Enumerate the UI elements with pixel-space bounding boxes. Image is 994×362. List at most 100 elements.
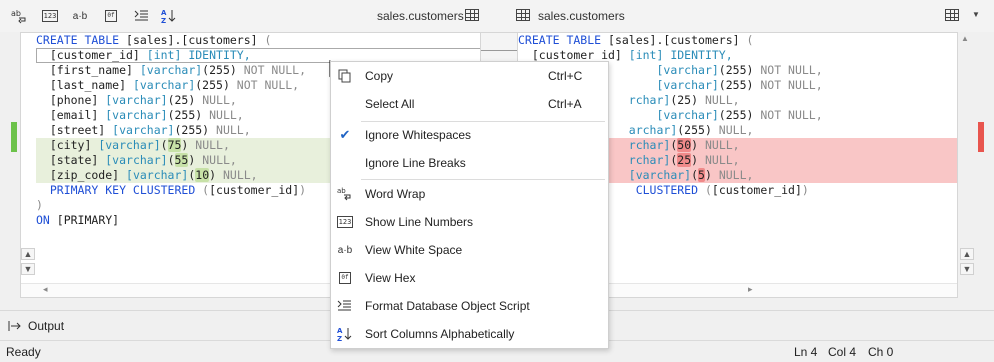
code-token: CREATE TABLE xyxy=(518,33,609,47)
changed-value: 75 xyxy=(167,138,182,152)
code-line[interactable]: CREATE TABLE [sales].[customers] ( xyxy=(518,33,957,48)
code-token: NOT NULL, xyxy=(236,78,300,92)
menu-item-view-white-space[interactable]: a·b View White Space xyxy=(331,236,608,264)
code-token: ) xyxy=(181,138,196,152)
next-difference-icon[interactable]: ▼ xyxy=(960,263,974,275)
scroll-right-icon[interactable]: ▸ xyxy=(748,284,753,295)
right-gutter xyxy=(973,32,989,298)
menu-item-show-line-numbers[interactable]: 123 Show Line Numbers xyxy=(331,208,608,236)
code-line[interactable]: CREATE TABLE [sales].[customers] ( xyxy=(36,33,480,48)
compare-toolbar: ab 123 a·b 0f AZ sales.customers sales.c… xyxy=(0,0,994,32)
scroll-up-icon[interactable]: ▲ xyxy=(961,34,969,43)
left-gutter xyxy=(4,32,20,298)
code-token: ) xyxy=(36,198,43,212)
sort-icon: AZ xyxy=(336,326,354,342)
context-menu: Copy Ctrl+C Select All Ctrl+A ✔ Ignore W… xyxy=(330,61,609,349)
code-token: [zip_code] xyxy=(36,168,127,182)
removed-change-marker[interactable] xyxy=(978,122,984,152)
code-token: ) xyxy=(704,168,719,182)
menu-item-format-script[interactable]: Format Database Object Script xyxy=(331,292,608,320)
code-token: [email] xyxy=(36,108,106,122)
code-token: ) xyxy=(188,153,203,167)
prev-difference-icon[interactable]: ▲ xyxy=(960,248,974,260)
prev-difference-icon[interactable]: ▲ xyxy=(21,248,35,260)
format-icon[interactable] xyxy=(133,8,149,24)
output-tab[interactable]: Output xyxy=(8,317,64,335)
added-change-marker[interactable] xyxy=(11,122,17,152)
svg-text:Z: Z xyxy=(161,17,166,24)
code-token: [customer_id] xyxy=(36,48,147,62)
line-numbers-icon[interactable]: 123 xyxy=(41,8,59,24)
menu-item-word-wrap[interactable]: ab Word Wrap xyxy=(331,180,608,208)
copy-icon xyxy=(336,68,354,84)
code-token: (255) xyxy=(202,63,244,77)
status-line: Ln 4 xyxy=(794,345,818,359)
code-token: [phone] xyxy=(36,93,106,107)
word-wrap-icon[interactable]: ab xyxy=(11,8,27,24)
next-difference-icon[interactable]: ▼ xyxy=(21,263,35,275)
menu-item-copy[interactable]: Copy Ctrl+C xyxy=(331,62,608,90)
white-space-icon[interactable]: a·b xyxy=(70,8,90,24)
code-token: [varchar] xyxy=(656,78,719,92)
white-space-icon: a·b xyxy=(337,244,353,256)
code-token: NULL, xyxy=(718,123,754,137)
code-token: [varchar] xyxy=(98,138,161,152)
code-token: archar] xyxy=(628,123,678,137)
code-token: [varchar] xyxy=(112,123,175,137)
right-object-title: sales.customers xyxy=(538,9,625,23)
code-token: ) xyxy=(299,183,307,197)
connector-line xyxy=(481,50,517,51)
code-token: [varchar] xyxy=(656,63,719,77)
menu-item-view-hex[interactable]: 0f View Hex xyxy=(331,264,608,292)
code-token: [city] xyxy=(36,138,99,152)
menu-item-select-all[interactable]: Select All Ctrl+A xyxy=(331,90,608,118)
code-token: NOT NULL, xyxy=(760,78,823,92)
code-token: ( xyxy=(704,183,712,197)
status-char: Ch 0 xyxy=(868,345,894,359)
chevron-down-icon[interactable]: ▼ xyxy=(972,10,980,19)
svg-text:Z: Z xyxy=(337,335,342,342)
code-token: NULL, xyxy=(195,138,230,152)
code-token: [customer_id] xyxy=(209,183,300,197)
scroll-left-icon[interactable]: ◂ xyxy=(43,284,48,295)
menu-item-sort-columns[interactable]: AZ Sort Columns Alphabetically xyxy=(331,320,608,348)
status-text: Ready xyxy=(6,345,41,359)
code-token: rchar] xyxy=(628,93,671,107)
changed-value: 50 xyxy=(677,138,692,152)
code-token: [varchar] xyxy=(126,168,189,182)
changed-value: 25 xyxy=(677,153,692,167)
code-token: (255) xyxy=(718,108,761,122)
table-grid-icon[interactable] xyxy=(516,9,530,21)
code-token: [street] xyxy=(36,123,113,137)
code-token: rchar] xyxy=(628,138,671,152)
code-token: NOT NULL, xyxy=(760,63,823,77)
svg-text:A: A xyxy=(161,9,167,17)
code-token: NOT NULL, xyxy=(760,108,823,122)
layout-icon[interactable] xyxy=(945,9,959,21)
hex-icon: 0f xyxy=(336,270,354,286)
code-token: rchar] xyxy=(628,153,671,167)
changed-value: 55 xyxy=(174,153,189,167)
table-grid-icon[interactable] xyxy=(465,9,479,21)
changed-value: 5 xyxy=(698,168,705,182)
line-numbers-icon: 123 xyxy=(336,216,354,228)
menu-item-ignore-whitespaces[interactable]: ✔ Ignore Whitespaces xyxy=(331,121,608,149)
sort-icon[interactable]: AZ xyxy=(161,8,177,24)
code-token: ) xyxy=(209,168,223,182)
code-token: (255) xyxy=(718,78,761,92)
code-token: NOT NULL, xyxy=(243,63,307,77)
code-token: ON xyxy=(36,213,57,227)
left-object-title: sales.customers xyxy=(377,9,464,23)
hex-icon[interactable]: 0f xyxy=(103,8,119,24)
code-token: [varchar] xyxy=(628,168,692,182)
menu-item-ignore-line-breaks[interactable]: Ignore Line Breaks xyxy=(331,149,608,177)
code-token: PRIMARY KEY CLUSTERED xyxy=(36,183,203,197)
code-token: NULL, xyxy=(202,153,237,167)
code-token: ( xyxy=(160,138,168,152)
code-token: ( xyxy=(746,33,754,47)
code-token: ) xyxy=(691,138,705,152)
output-label: Output xyxy=(28,319,65,333)
code-token: [sales].[customers] xyxy=(608,33,747,47)
code-token: [state] xyxy=(36,153,106,167)
code-token: [varchar] xyxy=(105,153,168,167)
